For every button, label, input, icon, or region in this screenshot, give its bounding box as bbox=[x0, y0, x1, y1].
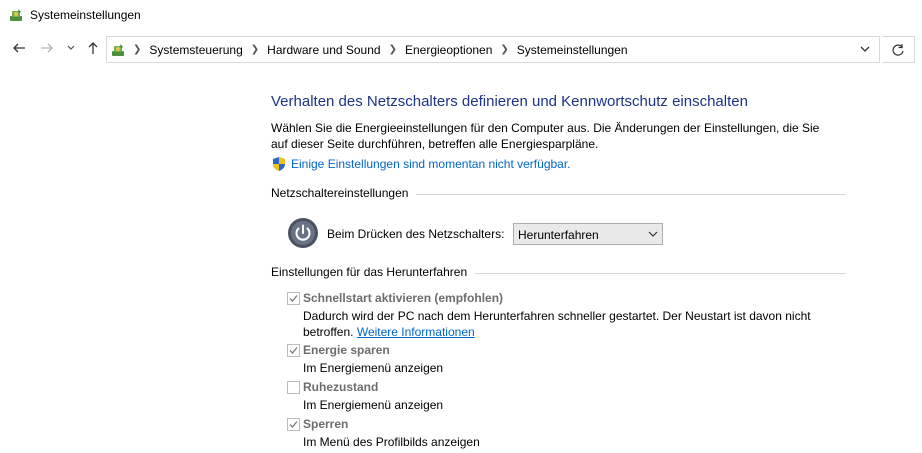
shutdown-section-label: Einstellungen für das Herunterfahren bbox=[271, 265, 476, 279]
option-sleep: Energie sparen Im Energiemenü anzeigen bbox=[287, 343, 847, 377]
back-arrow-icon bbox=[13, 43, 25, 53]
page-title: Verhalten des Netzschalters definieren u… bbox=[271, 93, 748, 110]
sleep-checkbox[interactable] bbox=[287, 344, 300, 357]
refresh-icon bbox=[892, 44, 904, 56]
option-hibernate: Ruhezustand Im Energiemenü anzeigen bbox=[287, 380, 847, 414]
breadcrumb-separator-icon: ❯ bbox=[133, 44, 142, 55]
power-button-row: Beim Drücken des Netzschalters: Herunter… bbox=[287, 217, 687, 249]
lock-label: Sperren bbox=[303, 417, 349, 431]
power-button-icon bbox=[288, 218, 318, 248]
lock-description: Im Menü des Profilbilds anzeigen bbox=[303, 435, 480, 449]
sleep-description: Im Energiemenü anzeigen bbox=[303, 361, 444, 375]
breadcrumb: ❯ Systemsteuerung ❯ Hardware und Sound ❯… bbox=[129, 37, 628, 62]
shutdown-section: Einstellungen für das Herunterfahren bbox=[271, 265, 846, 281]
power-button-section: Netzschaltereinstellungen bbox=[271, 186, 846, 202]
navigation-bar: ❯ Systemsteuerung ❯ Hardware und Sound ❯… bbox=[0, 33, 922, 67]
forward-arrow-icon bbox=[41, 43, 53, 53]
title-bar: Systemeinstellungen bbox=[0, 0, 922, 31]
option-lock: Sperren Im Menü des Profilbilds anzeigen bbox=[287, 417, 847, 451]
checkmark-icon bbox=[289, 295, 298, 302]
refresh-button[interactable] bbox=[882, 36, 915, 63]
checkmark-icon bbox=[289, 347, 298, 354]
power-button-action-select[interactable]: Herunterfahren bbox=[513, 223, 663, 245]
checkmark-icon bbox=[289, 421, 298, 428]
more-info-link[interactable]: Weitere Informationen bbox=[357, 325, 475, 339]
chevron-down-icon bbox=[648, 231, 658, 237]
power-options-icon bbox=[10, 9, 22, 21]
breadcrumb-separator-icon[interactable]: ❯ bbox=[251, 44, 259, 55]
hibernate-checkbox[interactable] bbox=[287, 381, 300, 394]
fast-startup-checkbox[interactable] bbox=[287, 292, 300, 305]
uac-shield-icon bbox=[273, 157, 285, 171]
power-button-label: Beim Drücken des Netzschalters: bbox=[327, 227, 505, 241]
unavailable-settings-row: Einige Einstellungen sind momentan nicht… bbox=[271, 156, 571, 172]
breadcrumb-item-systemeinstellungen[interactable]: Systemeinstellungen bbox=[517, 43, 628, 57]
breadcrumb-item-hardware-und-sound[interactable]: Hardware und Sound bbox=[267, 43, 380, 57]
sleep-label: Energie sparen bbox=[303, 343, 390, 357]
unavailable-settings-link[interactable]: Einige Einstellungen sind momentan nicht… bbox=[291, 157, 571, 171]
fast-startup-description: Dadurch wird der PC nach dem Herunterfah… bbox=[303, 309, 823, 340]
address-bar[interactable]: ❯ Systemsteuerung ❯ Hardware und Sound ❯… bbox=[106, 36, 880, 63]
breadcrumb-separator-icon[interactable]: ❯ bbox=[500, 44, 508, 55]
breadcrumb-item-energieoptionen[interactable]: Energieoptionen bbox=[405, 43, 492, 57]
back-button[interactable] bbox=[10, 41, 28, 59]
power-button-section-label: Netzschaltereinstellungen bbox=[271, 186, 417, 200]
forward-button[interactable] bbox=[38, 41, 56, 59]
chevron-down-icon bbox=[67, 45, 75, 50]
hibernate-description: Im Energiemenü anzeigen bbox=[303, 398, 444, 412]
option-fast-startup: Schnellstart aktivieren (empfohlen) Dadu… bbox=[287, 291, 847, 340]
fast-startup-label: Schnellstart aktivieren (empfohlen) bbox=[303, 291, 504, 305]
lock-checkbox[interactable] bbox=[287, 418, 300, 431]
address-history-chevron-icon[interactable] bbox=[857, 41, 873, 57]
power-button-action-value: Herunterfahren bbox=[518, 228, 599, 242]
hibernate-label: Ruhezustand bbox=[303, 380, 379, 394]
recent-locations-button[interactable] bbox=[64, 41, 78, 59]
breadcrumb-separator-icon[interactable]: ❯ bbox=[389, 44, 397, 55]
window-title: Systemeinstellungen bbox=[30, 8, 141, 22]
up-button[interactable] bbox=[84, 41, 102, 59]
breadcrumb-item-systemsteuerung[interactable]: Systemsteuerung bbox=[149, 43, 242, 57]
power-options-icon bbox=[112, 44, 124, 56]
page-intro: Wählen Sie die Energieeinstellungen für … bbox=[271, 121, 820, 151]
up-arrow-icon bbox=[88, 42, 98, 54]
